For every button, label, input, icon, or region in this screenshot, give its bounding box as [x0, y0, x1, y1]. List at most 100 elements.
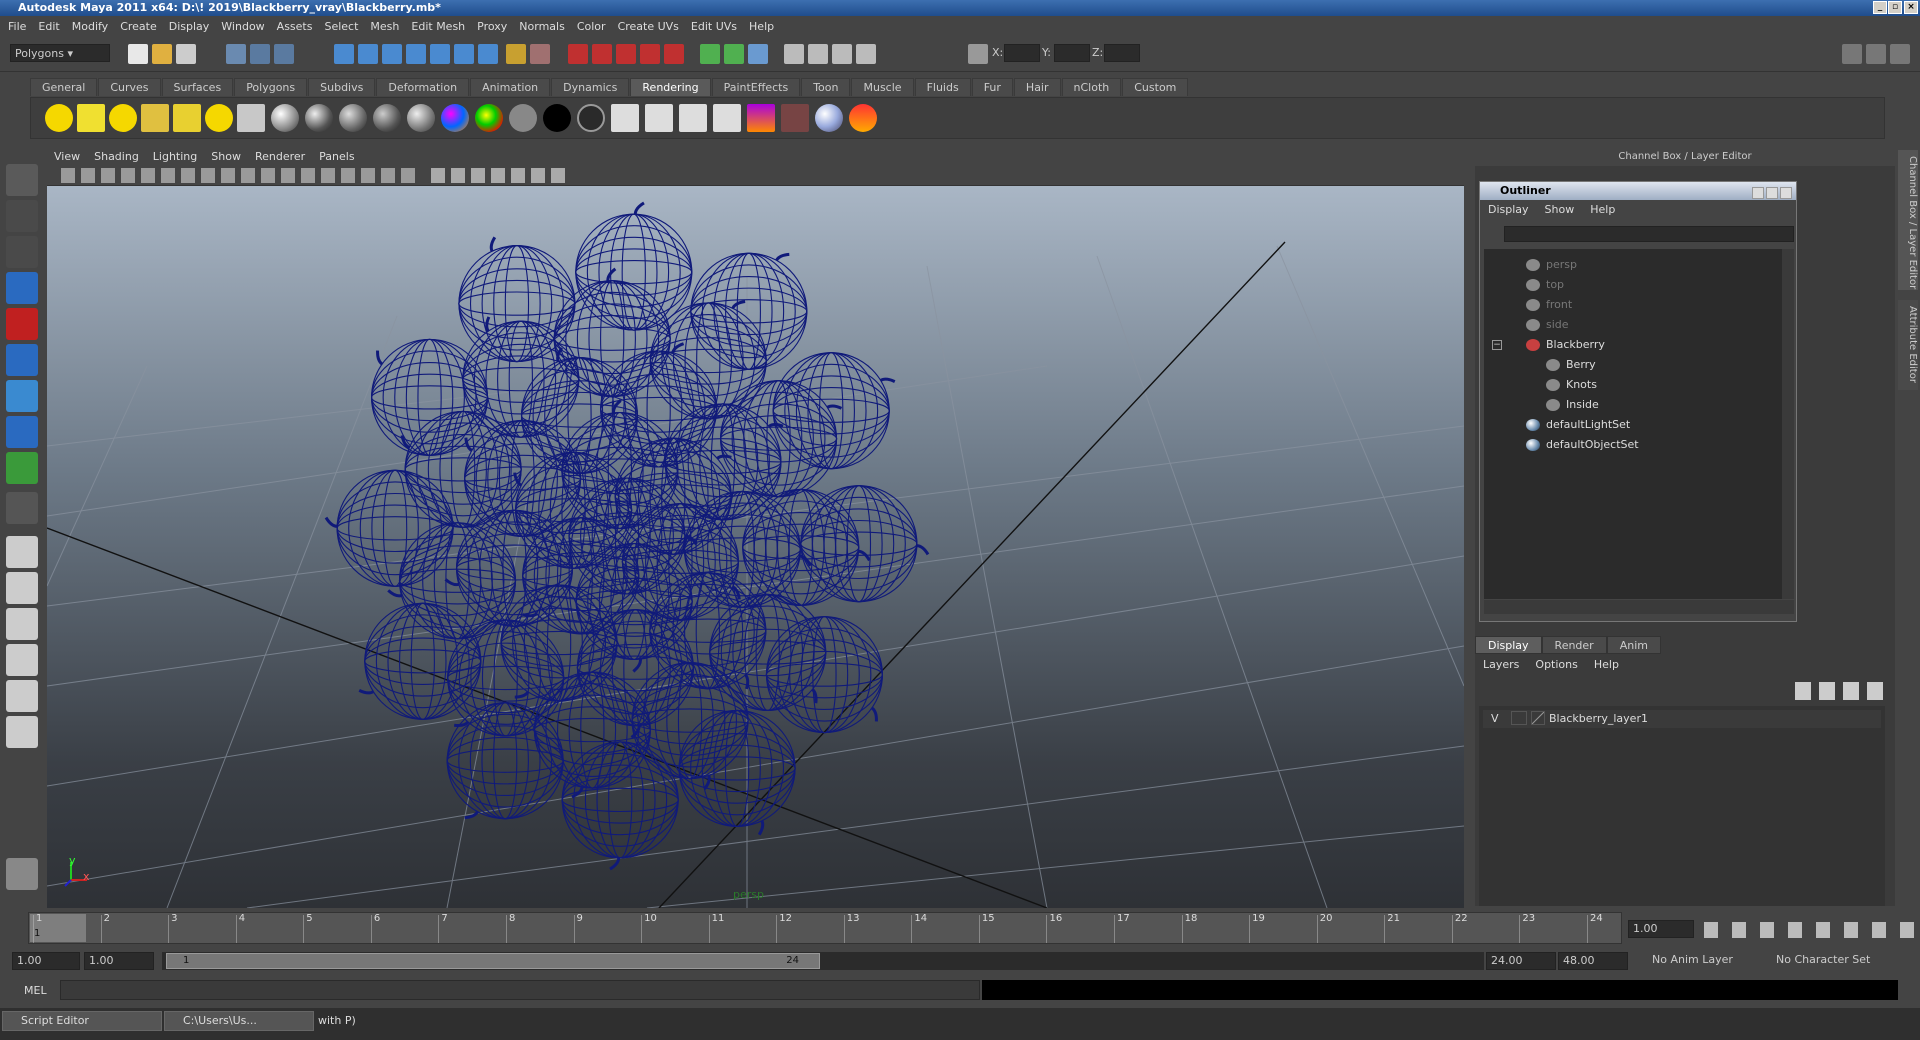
animation-end-field[interactable]: 48.00 [1558, 952, 1628, 970]
snap-grid-icon[interactable] [334, 44, 354, 64]
camera-icon[interactable] [237, 104, 265, 132]
hypergraph-icon[interactable] [808, 44, 828, 64]
channel-box-side-tab[interactable]: Channel Box / Layer Editor [1898, 150, 1918, 290]
x-field[interactable] [1004, 44, 1040, 62]
explorer-task[interactable]: C:\Users\Us... [164, 1011, 314, 1031]
outliner-item-persp[interactable]: persp [1484, 255, 1774, 275]
outliner-vertical-scrollbar[interactable] [1782, 249, 1794, 599]
menu-mesh[interactable]: Mesh [366, 20, 407, 33]
menu-file[interactable]: File [4, 20, 34, 33]
menu-normals[interactable]: Normals [515, 20, 573, 33]
layer-tab-anim[interactable]: Anim [1606, 636, 1661, 654]
help-icon[interactable] [478, 44, 498, 64]
layer-tab-render[interactable]: Render [1541, 636, 1607, 654]
snap-curve-icon[interactable] [358, 44, 378, 64]
shading-map-icon[interactable] [577, 104, 605, 132]
anim-layer-dropdown[interactable]: No Anim Layer [1648, 952, 1748, 970]
env-sphere-icon[interactable] [815, 104, 843, 132]
character-set-dropdown[interactable]: No Character Set [1772, 952, 1884, 970]
layer-menu-help[interactable]: Help [1586, 658, 1627, 671]
render-settings-shelf-icon[interactable] [781, 104, 809, 132]
script-icon[interactable] [832, 44, 852, 64]
current-time-field[interactable]: 1.00 [1628, 920, 1694, 938]
render-settings-icon[interactable] [640, 44, 660, 64]
surface-shader-icon[interactable] [509, 104, 537, 132]
shelf-tab-hair[interactable]: Hair [1013, 78, 1061, 96]
ramp-material-icon[interactable] [441, 104, 469, 132]
shelf-tab-fluids[interactable]: Fluids [914, 78, 971, 96]
outliner-close-button[interactable] [1780, 187, 1792, 199]
layer-buttons[interactable] [1795, 682, 1885, 700]
collapse-icon[interactable]: − [1492, 340, 1502, 350]
menu-create[interactable]: Create [116, 20, 165, 33]
toolbox-toggle-icon[interactable] [724, 44, 744, 64]
snap-plane-icon[interactable] [406, 44, 426, 64]
render-frame-icon[interactable] [592, 44, 612, 64]
outliner-icon[interactable] [784, 44, 804, 64]
script-editor-task[interactable]: Script Editor [2, 1011, 162, 1031]
panel-toolbar-icons[interactable] [61, 168, 421, 183]
outliner-item-defaultobjectset[interactable]: defaultObjectSet [1484, 435, 1774, 455]
new-scene-icon[interactable] [128, 44, 148, 64]
viewport-menu-view[interactable]: View [47, 150, 87, 163]
outliner-item-inside[interactable]: Inside [1484, 395, 1774, 415]
close-button[interactable]: × [1904, 1, 1918, 14]
point-light-icon[interactable] [109, 104, 137, 132]
absolute-transform-icon[interactable] [968, 44, 988, 64]
lasso-tool-icon[interactable] [6, 200, 38, 232]
viewport-menu-renderer[interactable]: Renderer [248, 150, 312, 163]
select-tool-icon[interactable] [6, 164, 38, 196]
menu-edit[interactable]: Edit [34, 20, 67, 33]
attribute-icon[interactable] [856, 44, 876, 64]
outliner-item-front[interactable]: front [1484, 295, 1774, 315]
graph-icon[interactable] [748, 44, 768, 64]
persp-outliner-layout-icon[interactable] [6, 608, 38, 640]
phong-material-icon[interactable] [305, 104, 333, 132]
manipulator-tool-icon[interactable] [6, 380, 38, 412]
shelf-tab-toon[interactable]: Toon [801, 78, 851, 96]
shelf-tab-ncloth[interactable]: nCloth [1061, 78, 1122, 96]
shelf-tab-animation[interactable]: Animation [470, 78, 551, 96]
use-background-icon[interactable] [543, 104, 571, 132]
select-hierarchy-icon[interactable] [226, 44, 246, 64]
select-component-icon[interactable] [274, 44, 294, 64]
menu-proxy[interactable]: Proxy [473, 20, 515, 33]
ipr-icon[interactable] [645, 104, 673, 132]
maximize-button[interactable]: ▫ [1888, 1, 1902, 14]
outliner-item-top[interactable]: top [1484, 275, 1774, 295]
single-perspective-layout-icon[interactable] [6, 536, 38, 568]
menu-select[interactable]: Select [320, 20, 366, 33]
outliner-horizontal-scrollbar[interactable] [1484, 600, 1794, 614]
outliner-menu-display[interactable]: Display [1480, 203, 1537, 216]
lambert-material-icon[interactable] [373, 104, 401, 132]
persp-graph-outliner-layout-icon[interactable] [6, 716, 38, 748]
four-view-layout-icon[interactable] [6, 572, 38, 604]
menu-modify[interactable]: Modify [68, 20, 116, 33]
viewport-menu-lighting[interactable]: Lighting [146, 150, 204, 163]
outliner-filter-field[interactable] [1504, 226, 1794, 242]
viewport-menu-panels[interactable]: Panels [312, 150, 361, 163]
render-current-frame-icon[interactable] [611, 104, 639, 132]
playback-start-field[interactable]: 1.00 [84, 952, 154, 970]
sidebar-toggle-icon[interactable] [700, 44, 720, 64]
playback-end-field[interactable]: 24.00 [1486, 952, 1556, 970]
outliner-maximize-button[interactable] [1766, 187, 1778, 199]
soft-mod-tool-icon[interactable] [6, 416, 38, 448]
outliner-menu-help[interactable]: Help [1582, 203, 1623, 216]
input-ops-icon[interactable] [530, 44, 550, 64]
layer-row[interactable]: V Blackberry_layer1 [1483, 710, 1881, 728]
move-tool-icon[interactable] [6, 272, 38, 304]
layer-menu-layers[interactable]: Layers [1475, 658, 1527, 671]
attribute-editor-toggle-icon[interactable] [1890, 44, 1910, 64]
shelf-tab-curves[interactable]: Curves [98, 78, 161, 96]
layer-type-toggle[interactable] [1511, 711, 1527, 725]
snap-live-icon[interactable] [430, 44, 450, 64]
show-manipulator-icon[interactable] [6, 452, 38, 484]
rotate-tool-icon[interactable] [6, 308, 38, 340]
z-field[interactable] [1104, 44, 1140, 62]
menu-help[interactable]: Help [745, 20, 782, 33]
blackberry-wireframe[interactable] [324, 201, 930, 871]
phonge-material-icon[interactable] [339, 104, 367, 132]
outliner-item-knots[interactable]: Knots [1484, 375, 1774, 395]
shelf-tab-rendering[interactable]: Rendering [630, 78, 711, 96]
